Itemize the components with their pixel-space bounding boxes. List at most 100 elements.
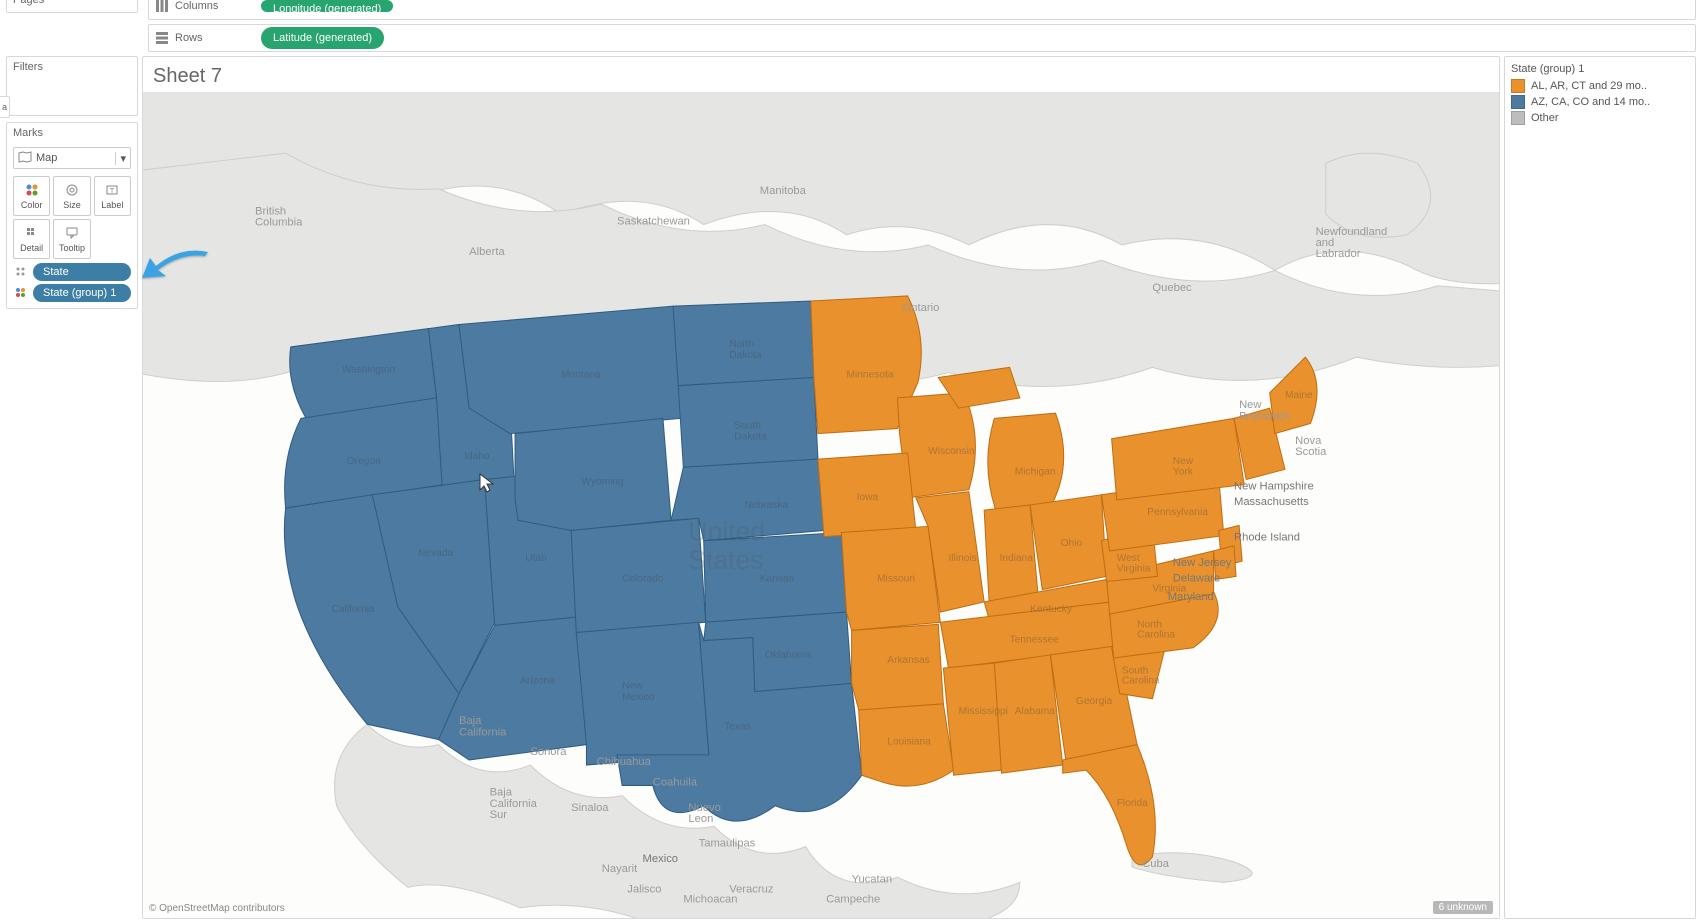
svg-text:Arizona: Arizona bbox=[520, 675, 555, 686]
svg-text:Pennsylvania: Pennsylvania bbox=[1147, 507, 1208, 518]
svg-text:NewYork: NewYork bbox=[1173, 456, 1194, 477]
svg-text:Cuba: Cuba bbox=[1142, 858, 1170, 870]
svg-text:Mississippi: Mississippi bbox=[959, 706, 1008, 717]
svg-text:Utah: Utah bbox=[525, 553, 547, 564]
filters-label: Filters bbox=[7, 57, 137, 77]
svg-text:Maine: Maine bbox=[1285, 390, 1313, 401]
swatch-blue bbox=[1511, 95, 1525, 109]
svg-text:Ohio: Ohio bbox=[1061, 538, 1083, 549]
svg-text:Quebec: Quebec bbox=[1152, 282, 1192, 294]
svg-text:Virginia: Virginia bbox=[1152, 584, 1186, 595]
marks-label-button[interactable]: T Label bbox=[94, 176, 131, 216]
worksheet-view[interactable]: Sheet 7 bbox=[142, 56, 1500, 919]
svg-text:Manitoba: Manitoba bbox=[760, 185, 807, 197]
svg-text:Michigan: Michigan bbox=[1015, 466, 1056, 477]
svg-text:Massachusetts: Massachusetts bbox=[1234, 496, 1309, 508]
rows-icon bbox=[155, 31, 169, 45]
svg-text:T: T bbox=[110, 188, 115, 195]
marks-pill-state-group[interactable]: State (group) 1 bbox=[13, 284, 131, 302]
svg-text:Indiana: Indiana bbox=[999, 553, 1033, 564]
svg-text:Coahuila: Coahuila bbox=[653, 776, 698, 788]
svg-text:Kentucky: Kentucky bbox=[1030, 604, 1073, 615]
svg-text:Alberta: Alberta bbox=[469, 246, 505, 258]
map-icon bbox=[18, 151, 32, 166]
svg-text:Yucatan: Yucatan bbox=[852, 873, 893, 885]
svg-text:Texas: Texas bbox=[724, 721, 751, 732]
legend-item-blue[interactable]: AZ, CA, CO and 14 mo.. bbox=[1511, 95, 1689, 109]
svg-text:Alabama: Alabama bbox=[1015, 706, 1056, 717]
svg-text:Washington: Washington bbox=[342, 364, 395, 375]
svg-text:Tennessee: Tennessee bbox=[1010, 635, 1060, 646]
pages-label: Pages bbox=[13, 0, 44, 6]
size-icon bbox=[65, 182, 79, 198]
columns-icon bbox=[155, 0, 169, 13]
svg-text:New Jersey: New Jersey bbox=[1173, 557, 1232, 569]
svg-text:Saskatchewan: Saskatchewan bbox=[617, 216, 690, 228]
svg-text:New Hampshire: New Hampshire bbox=[1234, 481, 1314, 493]
svg-text:Chihuahua: Chihuahua bbox=[597, 756, 652, 768]
marks-pill-state[interactable]: State bbox=[13, 263, 131, 281]
detail-icon bbox=[13, 264, 29, 280]
svg-text:Nevada: Nevada bbox=[418, 548, 453, 559]
sheet-title[interactable]: Sheet 7 bbox=[143, 57, 1499, 92]
svg-text:Colorado: Colorado bbox=[622, 573, 664, 584]
swatch-gray bbox=[1511, 111, 1525, 125]
svg-text:Sonora: Sonora bbox=[530, 746, 567, 758]
marks-tooltip-button[interactable]: Tooltip bbox=[53, 219, 90, 259]
color-legend[interactable]: State (group) 1 AL, AR, CT and 29 mo.. A… bbox=[1504, 56, 1696, 919]
swatch-orange bbox=[1511, 79, 1525, 93]
svg-text:Tamaulipas: Tamaulipas bbox=[699, 838, 756, 850]
svg-text:Louisiana: Louisiana bbox=[887, 737, 931, 748]
columns-shelf-label: Columns bbox=[175, 0, 218, 12]
svg-text:Sinaloa: Sinaloa bbox=[571, 802, 609, 814]
legend-item-orange[interactable]: AL, AR, CT and 29 mo.. bbox=[1511, 79, 1689, 93]
chevron-down-icon: ▾ bbox=[115, 152, 126, 165]
columns-pill[interactable]: Longitude (generated) bbox=[261, 0, 393, 12]
unknown-badge[interactable]: 6 unknown bbox=[1433, 901, 1493, 914]
cursor-icon bbox=[478, 472, 496, 497]
svg-text:Wyoming: Wyoming bbox=[581, 477, 624, 488]
svg-text:Oregon: Oregon bbox=[347, 456, 381, 467]
mark-type-label: Map bbox=[36, 152, 57, 164]
svg-text:Missouri: Missouri bbox=[877, 573, 915, 584]
svg-text:Kansas: Kansas bbox=[760, 573, 794, 584]
svg-text:Ontario: Ontario bbox=[903, 302, 940, 314]
color-assign-icon bbox=[13, 285, 29, 301]
rows-pill[interactable]: Latitude (generated) bbox=[261, 27, 384, 49]
svg-text:Montana: Montana bbox=[561, 370, 601, 381]
mark-type-dropdown[interactable]: Map ▾ bbox=[13, 147, 131, 169]
marks-detail-button[interactable]: Detail bbox=[13, 219, 50, 259]
columns-shelf[interactable]: Columns Longitude (generated) bbox=[148, 0, 1696, 20]
svg-text:Georgia: Georgia bbox=[1076, 696, 1113, 707]
svg-text:Minnesota: Minnesota bbox=[846, 370, 893, 381]
svg-text:Wisconsin: Wisconsin bbox=[928, 446, 974, 457]
svg-text:California: California bbox=[332, 604, 375, 615]
svg-text:Arkansas: Arkansas bbox=[887, 655, 929, 666]
map-attribution: © OpenStreetMap contributors bbox=[149, 903, 285, 914]
marks-size-button[interactable]: Size bbox=[53, 176, 90, 216]
rows-shelf[interactable]: Rows Latitude (generated) bbox=[148, 24, 1696, 52]
svg-text:Idaho: Idaho bbox=[464, 451, 490, 462]
color-icon bbox=[25, 182, 39, 198]
legend-title: State (group) 1 bbox=[1511, 63, 1689, 75]
svg-text:Nayarit: Nayarit bbox=[602, 863, 638, 875]
legend-item-other[interactable]: Other bbox=[1511, 111, 1689, 125]
svg-text:Mexico: Mexico bbox=[643, 853, 679, 865]
data-pane-toggle[interactable]: a bbox=[0, 96, 10, 118]
svg-text:Iowa: Iowa bbox=[857, 492, 879, 503]
svg-text:Illinois: Illinois bbox=[948, 553, 976, 564]
marks-color-button[interactable]: Color bbox=[13, 176, 50, 216]
svg-text:Nebraska: Nebraska bbox=[745, 500, 789, 511]
marks-card: Marks Map ▾ Color Size T bbox=[6, 122, 138, 309]
map-canvas[interactable]: BritishColumbia Alberta Saskatchewan Man… bbox=[143, 92, 1499, 918]
detail-icon bbox=[25, 225, 39, 241]
svg-text:Rhode Island: Rhode Island bbox=[1234, 532, 1300, 544]
tooltip-icon bbox=[65, 225, 79, 241]
filters-shelf[interactable]: Filters bbox=[6, 56, 138, 116]
svg-text:Campeche: Campeche bbox=[826, 894, 880, 906]
svg-text:Florida: Florida bbox=[1117, 798, 1148, 809]
pages-shelf[interactable]: Pages bbox=[6, 0, 138, 13]
svg-text:Jalisco: Jalisco bbox=[627, 884, 661, 896]
label-icon: T bbox=[105, 182, 119, 198]
marks-header: Marks bbox=[7, 123, 137, 143]
